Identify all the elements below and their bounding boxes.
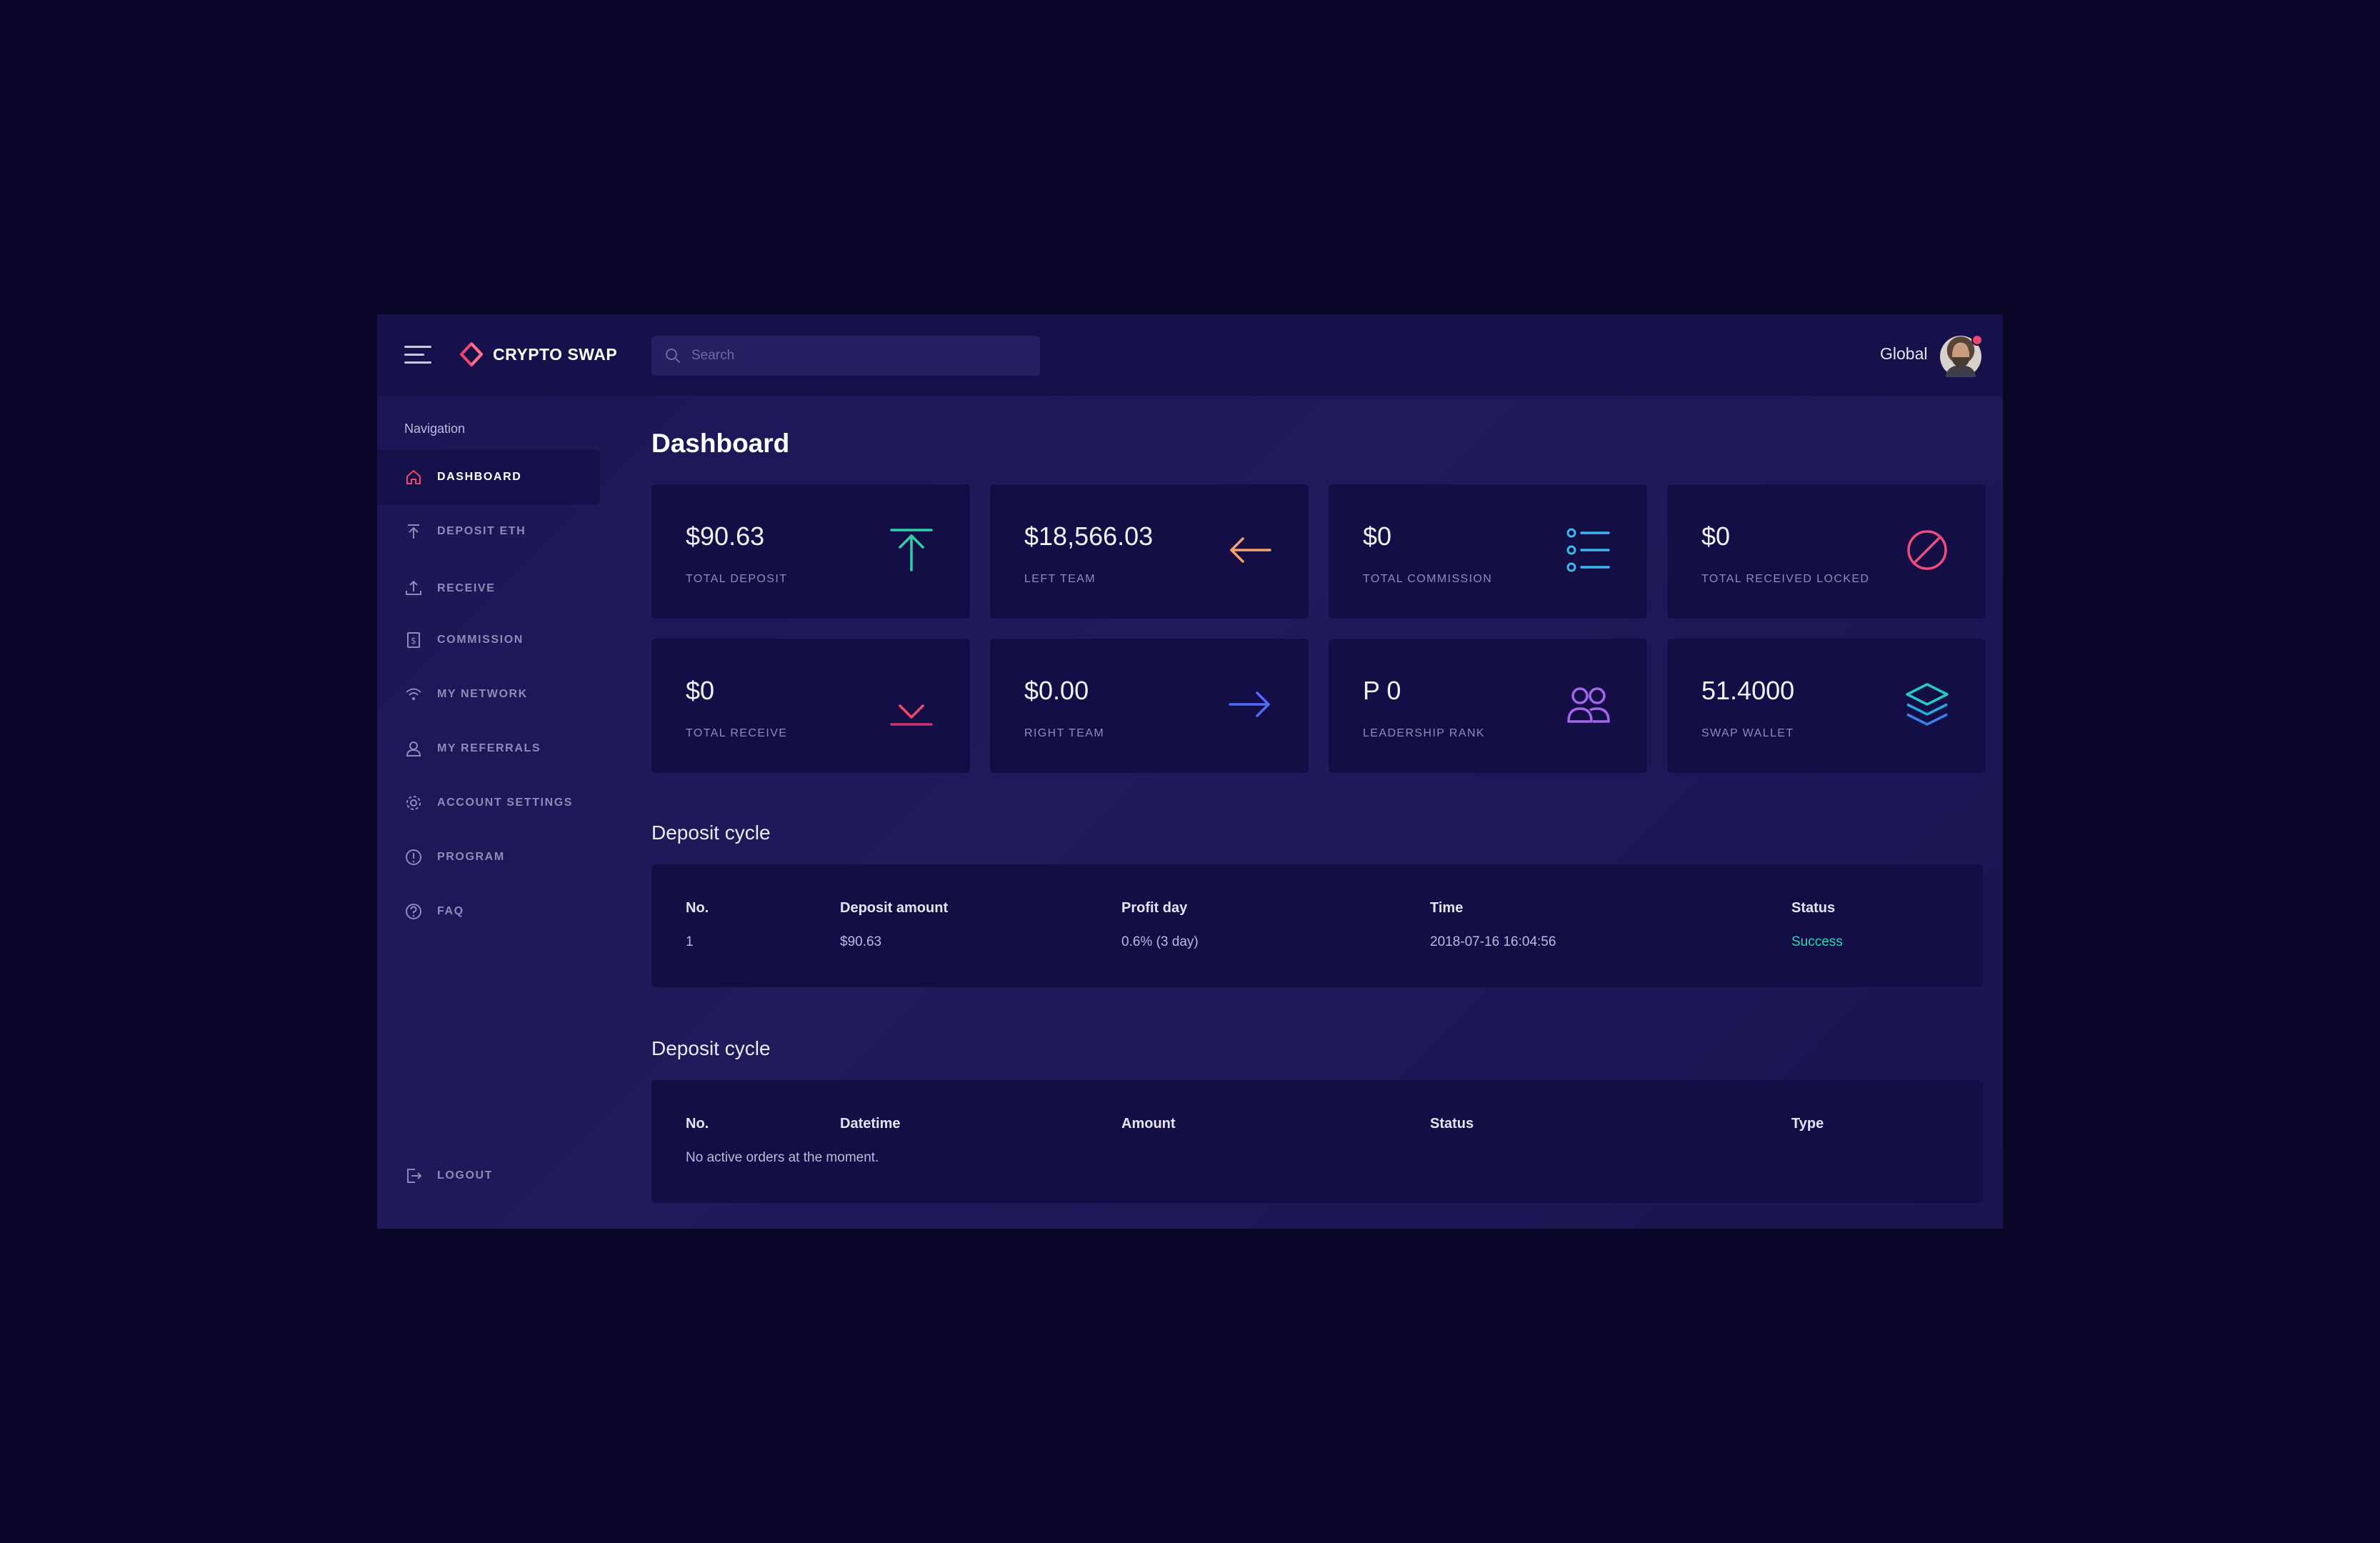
stat-value: $0.00	[1024, 676, 1089, 705]
help-icon	[406, 904, 421, 919]
search-input[interactable]	[691, 348, 1020, 364]
column-header: Datetime	[840, 1116, 901, 1132]
stat-card-leadership-rank[interactable]: P 0 LEADERSHIP RANK	[1329, 639, 1647, 773]
status-badge: Success	[1791, 934, 1843, 949]
sidebar-item-dashboard[interactable]: DASHBOARD	[377, 450, 600, 504]
stat-value: $0	[686, 676, 715, 705]
region-selector[interactable]: Global	[1880, 344, 1927, 364]
sidebar-item-program[interactable]: PROGRAM	[377, 830, 600, 884]
notification-dot	[1971, 334, 1983, 346]
brand-logo[interactable]: CRYPTO SWAP	[457, 340, 617, 369]
stat-label: TOTAL RECEIVE	[686, 727, 788, 739]
deposit-cycle-table: No. Deposit amount Profit day Time Statu…	[651, 864, 1983, 987]
stat-value: 51.4000	[1701, 676, 1795, 705]
table-cell: 0.6% (3 day)	[1121, 934, 1199, 949]
column-header: Profit day	[1121, 900, 1188, 916]
stat-value: $0	[1701, 521, 1731, 551]
orders-section-title: Deposit cycle	[651, 1037, 771, 1059]
stat-card-swap-wallet[interactable]: 51.4000 SWAP WALLET	[1667, 639, 1986, 773]
sidebar-item-my-referrals[interactable]: MY REFERRALS	[377, 721, 600, 776]
column-header: Type	[1791, 1116, 1824, 1132]
user-avatar[interactable]	[1940, 334, 1983, 377]
stat-card-left-team[interactable]: $18,566.03 LEFT TEAM	[990, 484, 1309, 619]
stat-value: P 0	[1363, 676, 1401, 705]
users-icon	[1567, 687, 1610, 723]
search-icon	[666, 349, 680, 363]
list-icon	[1566, 528, 1610, 572]
arrow-down-bar-icon	[890, 683, 933, 726]
stat-value: $18,566.03	[1024, 521, 1154, 551]
blocked-icon	[1907, 530, 1947, 570]
dollar-document-icon: $	[407, 632, 420, 648]
logout-button[interactable]: LOGOUT	[377, 1149, 600, 1203]
sidebar-item-commission[interactable]: $ COMMISSION	[377, 613, 600, 667]
search-box[interactable]	[651, 336, 1040, 376]
upload-arrow-icon	[408, 524, 419, 539]
stat-label: LEFT TEAM	[1024, 573, 1096, 585]
arrow-up-bar-icon	[890, 529, 933, 571]
sidebar-item-account-settings[interactable]: ACCOUNT SETTINGS	[377, 776, 600, 830]
table-cell: $90.63	[840, 934, 882, 949]
column-header: No.	[686, 1116, 709, 1132]
stat-label: SWAP WALLET	[1701, 727, 1794, 739]
diamond-logo-icon	[460, 342, 483, 366]
info-icon	[406, 849, 421, 865]
column-header: Status	[1791, 900, 1836, 916]
table-cell: 2018-07-16 16:04:56	[1430, 934, 1556, 949]
upload-tray-icon	[406, 580, 421, 595]
menu-toggle-icon[interactable]	[404, 343, 433, 367]
stat-value: $90.63	[686, 521, 765, 551]
column-header: Time	[1430, 900, 1464, 916]
table-cell: 1	[686, 934, 694, 949]
user-icon	[406, 741, 421, 756]
svg-text:$: $	[411, 636, 416, 646]
app-window: CRYPTO SWAP Global Navigation DASHBOARD	[377, 314, 2003, 1229]
stat-card-right-team[interactable]: $0.00 RIGHT TEAM	[990, 639, 1309, 773]
empty-state-text: No active orders at the moment.	[686, 1150, 879, 1165]
arrow-right-icon	[1229, 691, 1270, 717]
stat-label: TOTAL COMMISSION	[1363, 573, 1493, 585]
stat-card-total-deposit[interactable]: $90.63 TOTAL DEPOSIT	[651, 484, 970, 619]
orders-table: No. Datetime Amount Status Type No activ…	[651, 1080, 1983, 1203]
logout-icon	[407, 1169, 422, 1183]
sidebar: Navigation DASHBOARD DEPOSIT ETH RECEIVE	[377, 396, 613, 1229]
column-header: No.	[686, 900, 709, 916]
column-header: Deposit amount	[840, 900, 949, 916]
column-header: Status	[1430, 1116, 1474, 1132]
stat-label: RIGHT TEAM	[1024, 727, 1105, 739]
stat-label: TOTAL RECEIVED LOCKED	[1701, 573, 1870, 585]
stat-card-total-receive[interactable]: $0 TOTAL RECEIVE	[651, 639, 970, 773]
sidebar-item-faq[interactable]: FAQ	[377, 884, 600, 939]
layers-icon	[1906, 683, 1949, 726]
nav-heading: Navigation	[404, 421, 466, 436]
top-header: CRYPTO SWAP Global	[377, 314, 2003, 396]
deposit-cycle-title: Deposit cycle	[651, 822, 771, 844]
wifi-icon	[406, 688, 421, 700]
sidebar-item-receive[interactable]: RECEIVE	[377, 561, 600, 616]
stat-card-total-received-locked[interactable]: $0 TOTAL RECEIVED LOCKED	[1667, 484, 1986, 619]
stat-card-total-commission[interactable]: $0 TOTAL COMMISSION	[1329, 484, 1647, 619]
sidebar-item-my-network[interactable]: MY NETWORK	[377, 667, 600, 721]
stat-label: LEADERSHIP RANK	[1363, 727, 1485, 739]
sidebar-item-deposit-eth[interactable]: DEPOSIT ETH	[377, 504, 600, 559]
page-title: Dashboard	[651, 429, 790, 458]
stat-value: $0	[1363, 521, 1392, 551]
brand-name: CRYPTO SWAP	[493, 344, 618, 364]
arrow-left-icon	[1230, 537, 1271, 563]
stat-label: TOTAL DEPOSIT	[686, 573, 788, 585]
column-header: Amount	[1121, 1116, 1176, 1132]
home-icon	[406, 470, 421, 484]
gear-icon	[406, 796, 421, 810]
